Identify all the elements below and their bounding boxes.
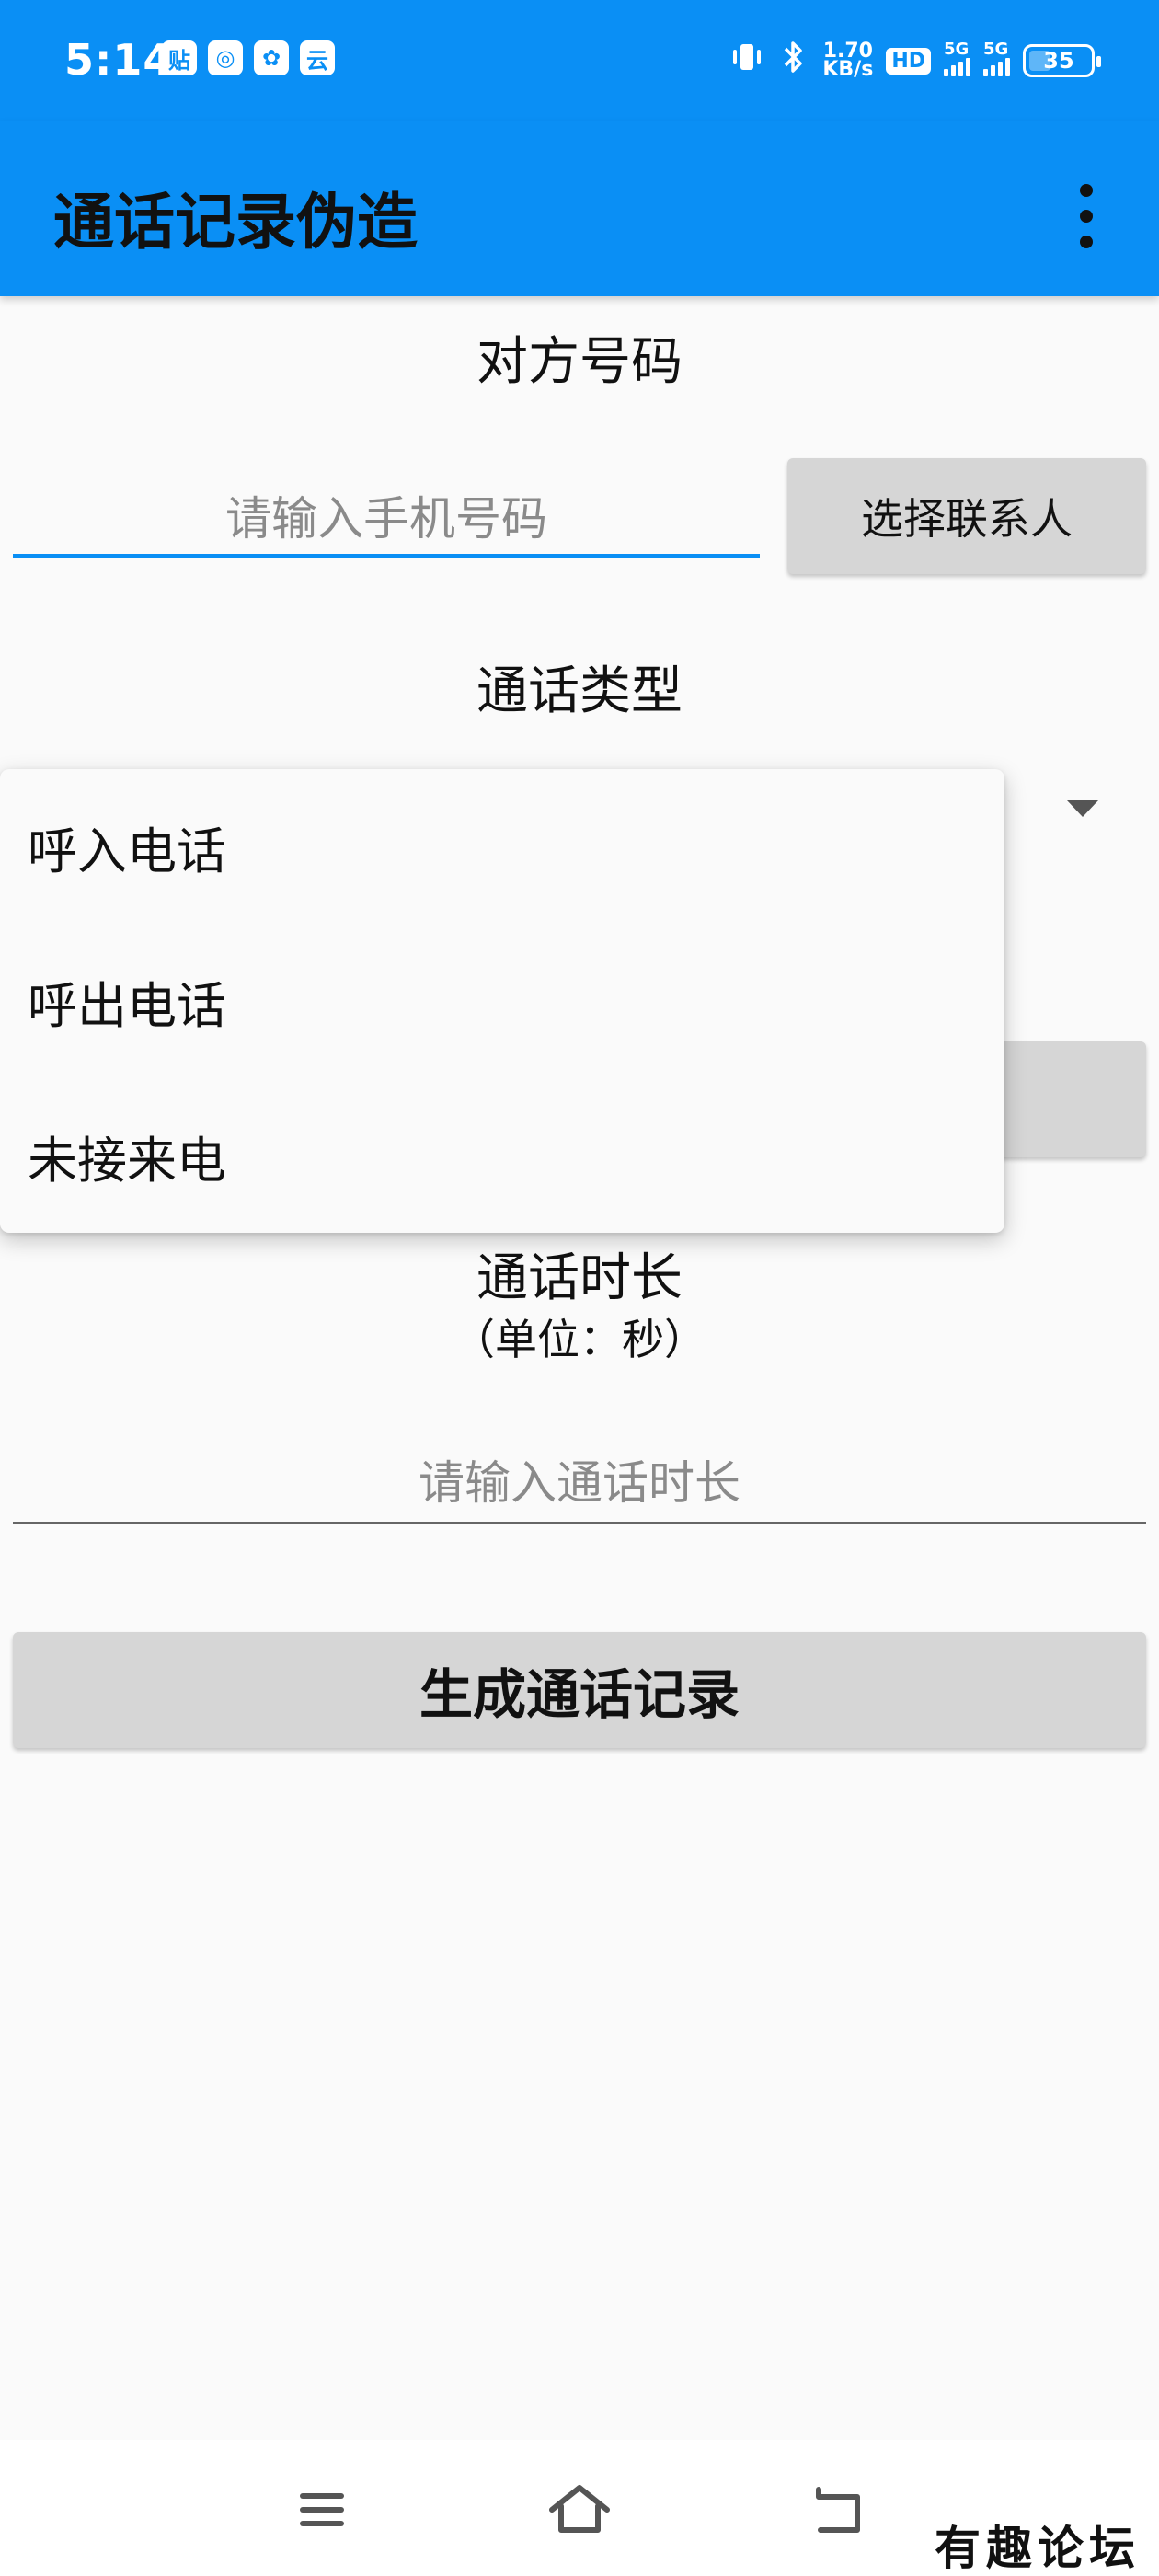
select-contact-button[interactable]: 选择联系人 bbox=[787, 458, 1146, 574]
status-time: 5:14 bbox=[64, 35, 174, 85]
home-icon[interactable] bbox=[543, 2473, 616, 2547]
status-indicators: 1.70 KB/s HD 5G 5G 35 bbox=[729, 33, 1101, 88]
menu-icon[interactable] bbox=[285, 2473, 359, 2547]
signal-strength-icon: 5G bbox=[983, 40, 1010, 76]
dropdown-option-outgoing[interactable]: 呼出电话 bbox=[0, 924, 1004, 1078]
dropdown-option-incoming[interactable]: 呼入电话 bbox=[0, 769, 1004, 924]
network-speed-unit: KB/s bbox=[822, 58, 874, 81]
call-type-label: 通话类型 bbox=[476, 661, 683, 721]
network-type-label: 5G bbox=[944, 40, 970, 59]
duration-label: 通话时长 bbox=[476, 1248, 683, 1308]
call-type-dropdown: 呼入电话 呼出电话 未接来电 bbox=[0, 769, 1004, 1233]
notification-app-icon: ✿ bbox=[254, 40, 289, 75]
dropdown-arrow-icon[interactable] bbox=[1067, 800, 1098, 817]
hd-voice-badge: HD bbox=[886, 47, 931, 75]
battery-percent: 35 bbox=[1043, 48, 1074, 74]
duration-input-underline bbox=[13, 1522, 1146, 1524]
app-bar: 通话记录伪造 bbox=[0, 121, 1159, 296]
dropdown-option-missed[interactable]: 未接来电 bbox=[0, 1078, 1004, 1233]
network-speed: 1.70 KB/s bbox=[822, 41, 874, 81]
duration-input[interactable] bbox=[13, 1443, 1146, 1524]
vibrate-icon bbox=[729, 39, 765, 84]
app-title: 通话记录伪造 bbox=[53, 187, 418, 258]
duration-unit-label: （单位：秒） bbox=[453, 1315, 706, 1364]
notification-app-icon: 云 bbox=[300, 40, 335, 75]
notification-app-icon: ◎ bbox=[208, 40, 243, 75]
phone-number-label: 对方号码 bbox=[476, 332, 683, 392]
signal-strength-icon: 5G bbox=[944, 40, 970, 76]
notification-app-icon: 贴 bbox=[162, 40, 197, 75]
forum-watermark: 有趣论坛 bbox=[935, 2521, 1141, 2575]
phone-input-underline bbox=[13, 554, 760, 558]
status-bar: 5:14 贴 ◎ ✿ 云 1.70 KB/s HD 5G 5G 35 bbox=[0, 0, 1159, 121]
generate-call-log-button[interactable]: 生成通话记录 bbox=[13, 1632, 1146, 1748]
more-vert-icon[interactable] bbox=[1063, 175, 1109, 258]
bluetooth-icon bbox=[778, 39, 809, 84]
phone-number-input[interactable] bbox=[13, 478, 760, 559]
back-icon[interactable] bbox=[800, 2473, 874, 2547]
network-type-label: 5G bbox=[983, 40, 1009, 59]
battery-icon: 35 bbox=[1023, 44, 1101, 77]
